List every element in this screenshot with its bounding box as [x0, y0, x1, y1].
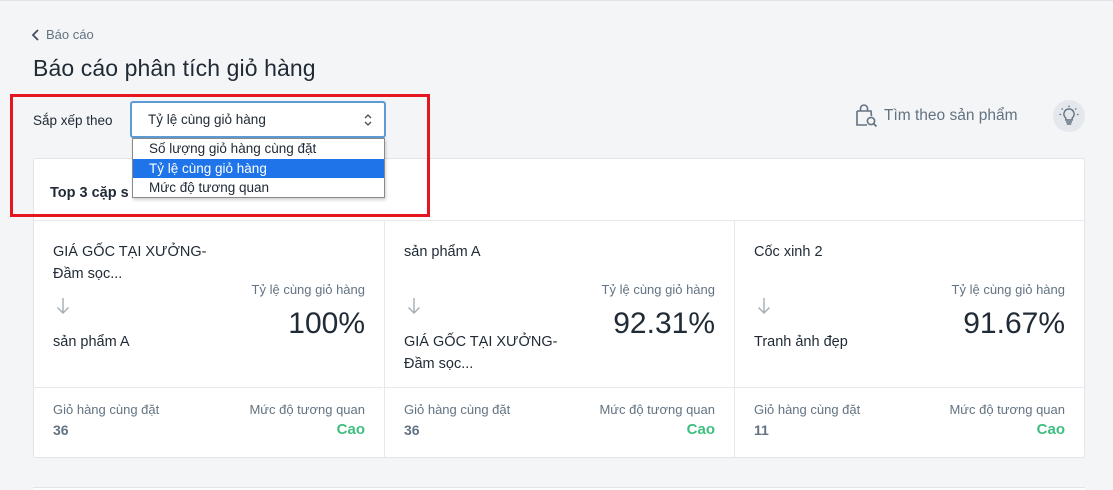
sort-select-value: Tỷ lệ cùng giỏ hàng — [148, 112, 266, 127]
find-by-product-label: Tìm theo sản phẩm — [884, 107, 1018, 124]
cart-count-value: 36 — [53, 422, 69, 438]
tips-button[interactable] — [1053, 100, 1085, 132]
cart-count-label: Giỏ hàng cùng đặt — [53, 402, 160, 417]
find-by-product-button[interactable]: Tìm theo sản phẩm — [854, 104, 1018, 128]
sort-label: Sắp xếp theo — [33, 113, 113, 128]
pair-item: Cốc xinh 2 Tranh ảnh đẹp Tỷ lệ cùng giỏ … — [734, 221, 1084, 458]
correlation-value: Cao — [336, 421, 365, 438]
cart-count-value: 36 — [404, 422, 420, 438]
cart-count-value: 11 — [754, 422, 769, 438]
metric-label: Tỷ lệ cùng giỏ hàng — [601, 282, 715, 297]
pair-to-product: sản phẩm A — [53, 334, 130, 350]
correlation-value: Cao — [1036, 421, 1065, 438]
pair-to-product: Tranh ảnh đẹp — [754, 334, 848, 350]
metric-value: 91.67% — [963, 307, 1065, 340]
pair-item: sản phẩm A GIÁ GỐC TẠI XƯỞNG-Đầm sọc... … — [384, 221, 734, 458]
pair-from-product: sản phẩm A — [404, 244, 481, 260]
page-title: Báo cáo phân tích giỏ hàng — [33, 55, 316, 81]
lightbulb-icon — [1059, 105, 1079, 125]
metric-label: Tỷ lệ cùng giỏ hàng — [251, 282, 365, 297]
metric-value: 92.31% — [613, 307, 715, 340]
cart-count-label: Giỏ hàng cùng đặt — [404, 402, 511, 417]
sort-option-correlation[interactable]: Mức độ tương quan — [133, 178, 384, 198]
back-link[interactable]: Báo cáo — [31, 27, 94, 42]
cart-count-label: Giỏ hàng cùng đặt — [754, 402, 861, 417]
card-title: Top 3 cặp s — [50, 185, 129, 201]
arrow-down-icon — [57, 298, 69, 314]
correlation-label: Mức độ tương quan — [249, 402, 365, 417]
sort-option-quantity[interactable]: Số lượng giỏ hàng cùng đặt — [133, 139, 384, 159]
pair-from-product: GIÁ GỐC TẠI XƯỞNG-Đầm sọc... — [53, 244, 207, 282]
back-link-label: Báo cáo — [46, 27, 94, 42]
sort-option-ratio[interactable]: Tỷ lệ cùng giỏ hàng — [133, 158, 384, 178]
select-arrows-icon — [364, 114, 372, 126]
pair-divider — [34, 387, 383, 388]
top-pairs-card: Top 3 cặp s GIÁ GỐC TẠI XƯỞNG-Đầm sọc...… — [33, 158, 1085, 458]
metric-value: 100% — [288, 307, 365, 340]
correlation-label: Mức độ tương quan — [949, 402, 1065, 417]
metric-label: Tỷ lệ cùng giỏ hàng — [951, 282, 1065, 297]
arrow-down-icon — [408, 298, 420, 314]
pair-divider — [735, 387, 1084, 388]
pair-item: GIÁ GỐC TẠI XƯỞNG-Đầm sọc... sản phẩm A … — [34, 221, 384, 458]
chevron-left-icon — [31, 28, 39, 41]
arrow-down-icon — [758, 298, 770, 314]
pair-divider — [385, 387, 734, 388]
correlation-value: Cao — [686, 421, 715, 438]
sort-select[interactable]: Tỷ lệ cùng giỏ hàng — [130, 101, 386, 138]
pair-from-product: Cốc xinh 2 — [754, 244, 823, 260]
correlation-label: Mức độ tương quan — [599, 402, 715, 417]
top-border — [0, 0, 1113, 1]
bag-search-icon — [856, 104, 878, 128]
sort-dropdown-list: Số lượng giỏ hàng cùng đặt Tỷ lệ cùng gi… — [132, 138, 385, 198]
pair-to-product: GIÁ GỐC TẠI XƯỞNG-Đầm sọc... — [404, 334, 558, 372]
